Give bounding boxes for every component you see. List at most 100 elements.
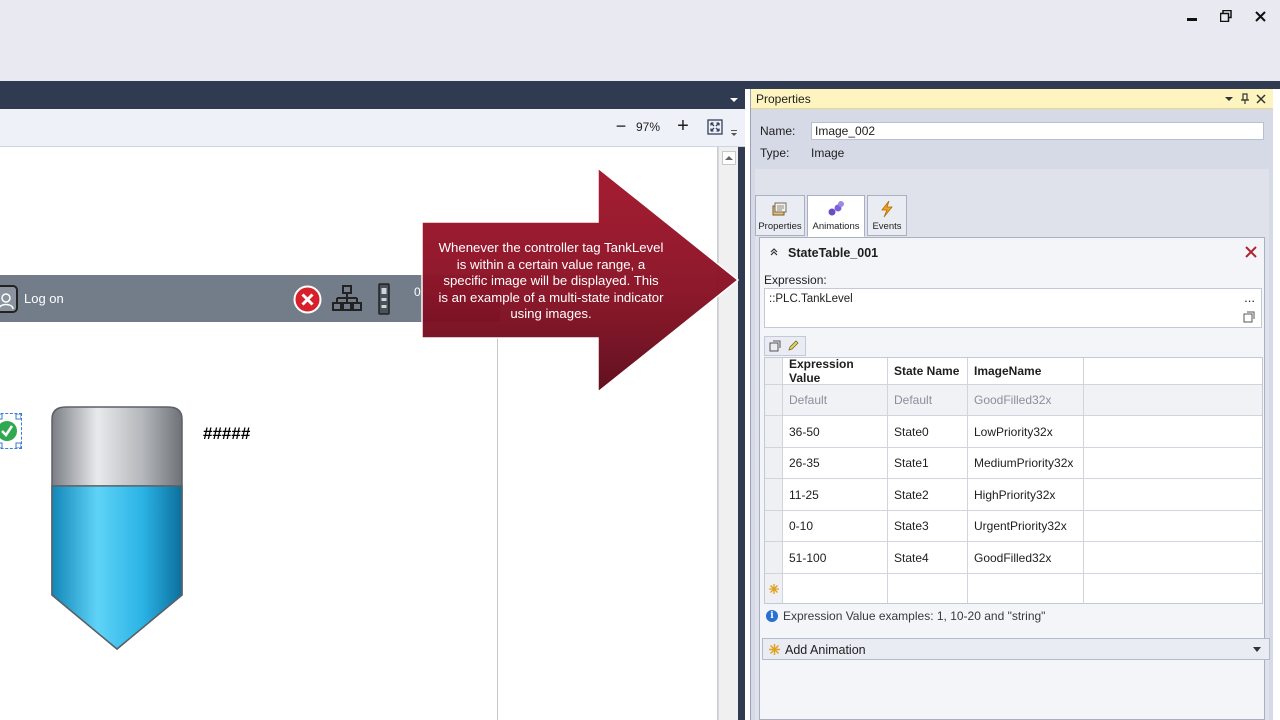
column-header[interactable]: ImageName bbox=[968, 358, 1084, 384]
properties-panel: Properties Name: Type: Image Properties bbox=[750, 89, 1273, 720]
table-cell[interactable]: State3 bbox=[888, 511, 968, 541]
numeric-display[interactable]: ##### bbox=[203, 424, 250, 444]
table-cell[interactable] bbox=[783, 574, 888, 603]
table-cell[interactable]: 11-25 bbox=[783, 479, 888, 510]
chevron-down-icon bbox=[1253, 647, 1261, 652]
state-table: Expression Value State Name ImageName De… bbox=[764, 357, 1263, 604]
row-selector[interactable] bbox=[765, 542, 783, 573]
scroll-up-icon[interactable] bbox=[722, 151, 736, 165]
tab-properties[interactable]: Properties bbox=[755, 195, 805, 236]
properties-title-bar: Properties bbox=[751, 89, 1273, 109]
add-animation-button[interactable]: Add Animation bbox=[762, 638, 1270, 660]
insert-row-icon[interactable] bbox=[769, 340, 781, 352]
type-value: Image bbox=[811, 146, 845, 160]
table-cell[interactable]: GoodFilled32x bbox=[968, 542, 1084, 573]
tab-animations[interactable]: Animations bbox=[807, 195, 865, 237]
pin-icon[interactable] bbox=[1238, 92, 1252, 106]
table-cell bbox=[1084, 385, 1262, 415]
document-tab-header bbox=[0, 89, 745, 109]
panel-menu-icon[interactable] bbox=[1222, 92, 1236, 106]
error-icon[interactable] bbox=[293, 285, 322, 314]
table-cell[interactable]: 26-35 bbox=[783, 448, 888, 478]
default-row[interactable]: Default Default GoodFilled32x bbox=[765, 385, 1262, 416]
info-icon: i bbox=[766, 610, 778, 622]
table-row[interactable]: 26-35 State1 MediumPriority32x bbox=[765, 448, 1262, 479]
table-header-row: Expression Value State Name ImageName bbox=[765, 357, 1262, 385]
close-panel-icon[interactable] bbox=[1254, 92, 1268, 106]
table-cell[interactable]: 0-10 bbox=[783, 511, 888, 541]
tank-liquid bbox=[51, 485, 183, 650]
tab-container: Properties Animations Events StateTable_… bbox=[755, 169, 1270, 720]
hint-row: i Expression Value examples: 1, 10-20 an… bbox=[766, 608, 1260, 624]
row-selector[interactable] bbox=[765, 479, 783, 510]
minimize-icon[interactable] bbox=[1180, 6, 1204, 26]
table-cell bbox=[1084, 448, 1262, 478]
fit-to-window-icon[interactable] bbox=[707, 119, 723, 135]
type-label: Type: bbox=[760, 146, 790, 160]
table-cell[interactable]: State0 bbox=[888, 416, 968, 447]
row-selector[interactable] bbox=[765, 448, 783, 478]
table-cell[interactable]: 36-50 bbox=[783, 416, 888, 447]
add-animation-icon bbox=[769, 644, 780, 655]
table-cell[interactable]: State4 bbox=[888, 542, 968, 573]
table-row[interactable]: 11-25 State2 HighPriority32x bbox=[765, 479, 1262, 511]
expression-field[interactable]: ::PLC.TankLevel ... bbox=[764, 288, 1262, 328]
check-icon bbox=[0, 413, 22, 449]
table-row[interactable]: 51-100 State4 GoodFilled32x bbox=[765, 542, 1262, 574]
table-cell[interactable]: 51-100 bbox=[783, 542, 888, 573]
row-selector[interactable] bbox=[765, 416, 783, 447]
table-toolbar bbox=[764, 336, 806, 356]
table-cell[interactable] bbox=[968, 574, 1084, 603]
table-cell[interactable]: GoodFilled32x bbox=[968, 385, 1084, 415]
row-header-cell bbox=[765, 358, 783, 384]
close-icon[interactable] bbox=[1248, 6, 1272, 26]
tank-graphic[interactable] bbox=[50, 405, 184, 651]
table-cell[interactable]: HighPriority32x bbox=[968, 479, 1084, 510]
row-selector[interactable] bbox=[765, 511, 783, 541]
restore-icon[interactable] bbox=[1214, 6, 1238, 26]
remove-animation-icon[interactable] bbox=[1244, 245, 1258, 259]
overflow-dropdown-icon[interactable] bbox=[730, 129, 738, 137]
table-cell[interactable]: LowPriority32x bbox=[968, 416, 1084, 447]
column-header[interactable]: State Name bbox=[888, 358, 968, 384]
zoom-toolbar: − 97% + bbox=[0, 109, 745, 147]
name-label: Name: bbox=[760, 124, 796, 138]
table-row[interactable]: 0-10 State3 UrgentPriority32x bbox=[765, 511, 1262, 542]
table-cell[interactable]: Default bbox=[888, 385, 968, 415]
zoom-level: 97% bbox=[636, 120, 661, 134]
edit-icon[interactable] bbox=[787, 340, 799, 352]
table-cell[interactable]: State2 bbox=[888, 479, 968, 510]
zoom-in-button[interactable]: + bbox=[674, 116, 692, 136]
hint-text: Expression Value examples: 1, 10-20 and … bbox=[783, 609, 1046, 623]
controller-icon[interactable] bbox=[378, 283, 390, 315]
properties-body: Name: Type: Image Properties Animations bbox=[751, 109, 1273, 720]
properties-icon bbox=[772, 202, 787, 216]
chevron-down-icon[interactable] bbox=[728, 95, 740, 105]
column-header-empty bbox=[1084, 358, 1262, 384]
table-cell[interactable]: State1 bbox=[888, 448, 968, 478]
user-icon[interactable] bbox=[0, 285, 18, 313]
zoom-out-button[interactable]: − bbox=[612, 117, 630, 136]
network-icon[interactable] bbox=[332, 285, 362, 313]
row-selector[interactable] bbox=[765, 385, 783, 415]
table-cell[interactable]: Default bbox=[783, 385, 888, 415]
table-cell[interactable] bbox=[888, 574, 968, 603]
collapse-icon[interactable] bbox=[768, 246, 780, 258]
expression-value: ::PLC.TankLevel bbox=[769, 293, 853, 305]
new-row[interactable] bbox=[765, 574, 1262, 603]
logon-button[interactable]: Log on bbox=[24, 291, 64, 306]
animations-icon bbox=[828, 201, 844, 216]
table-cell[interactable]: UrgentPriority32x bbox=[968, 511, 1084, 541]
expression-label: Expression: bbox=[764, 273, 827, 287]
expression-editor-icon[interactable] bbox=[1243, 311, 1255, 323]
browse-button[interactable]: ... bbox=[1244, 290, 1255, 305]
column-header[interactable]: Expression Value bbox=[783, 357, 888, 385]
table-row[interactable]: 36-50 State0 LowPriority32x bbox=[765, 416, 1262, 448]
panel-title: Properties bbox=[756, 92, 811, 106]
table-cell bbox=[1084, 574, 1262, 603]
name-field[interactable] bbox=[811, 122, 1264, 140]
multistate-image[interactable] bbox=[0, 413, 22, 449]
table-cell[interactable]: MediumPriority32x bbox=[968, 448, 1084, 478]
state-table-title: StateTable_001 bbox=[788, 246, 879, 260]
tab-events[interactable]: Events bbox=[867, 195, 907, 236]
